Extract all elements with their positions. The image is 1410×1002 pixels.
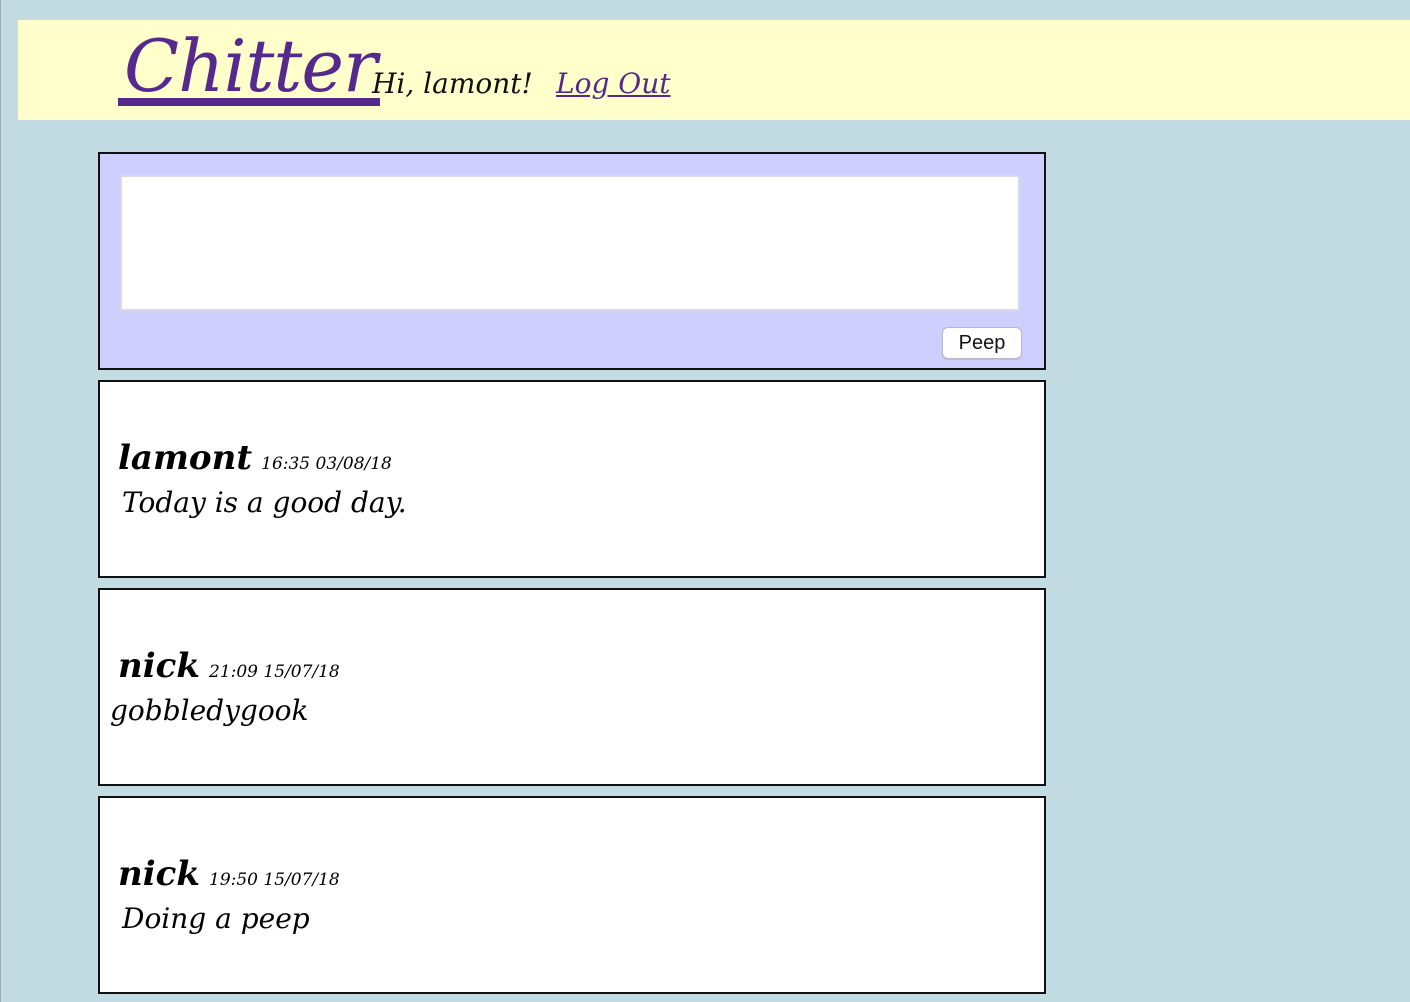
peep-card: lamont 16:35 03/08/18 Today is a good da… bbox=[98, 380, 1046, 578]
peep-author: nick bbox=[118, 854, 200, 894]
page-left-border bbox=[0, 0, 1, 1002]
peep-card: nick 19:50 15/07/18 Doing a peep bbox=[98, 796, 1046, 994]
peep-header: lamont 16:35 03/08/18 bbox=[118, 438, 392, 478]
chitter-logo-link[interactable]: Chitter bbox=[118, 26, 381, 106]
peep-text: gobbledygook bbox=[110, 694, 309, 727]
peep-text: Today is a good day. bbox=[122, 486, 407, 519]
peep-timestamp: 19:50 15/07/18 bbox=[209, 870, 340, 890]
peep-author: lamont bbox=[118, 438, 253, 478]
peep-text: Doing a peep bbox=[122, 902, 310, 935]
peep-submit-button[interactable]: Peep bbox=[942, 327, 1022, 359]
peep-card: nick 21:09 15/07/18 gobbledygook bbox=[98, 588, 1046, 786]
peep-timestamp: 16:35 03/08/18 bbox=[261, 454, 392, 474]
peep-author: nick bbox=[118, 646, 200, 686]
peep-timestamp: 21:09 15/07/18 bbox=[209, 662, 340, 682]
user-greeting: Hi, lamont! bbox=[372, 67, 533, 100]
compose-peep-form: Peep bbox=[98, 152, 1046, 370]
peep-header: nick 21:09 15/07/18 bbox=[118, 646, 340, 686]
peep-header: nick 19:50 15/07/18 bbox=[118, 854, 340, 894]
peep-textarea[interactable] bbox=[120, 175, 1020, 311]
logout-link[interactable]: Log Out bbox=[556, 64, 671, 104]
